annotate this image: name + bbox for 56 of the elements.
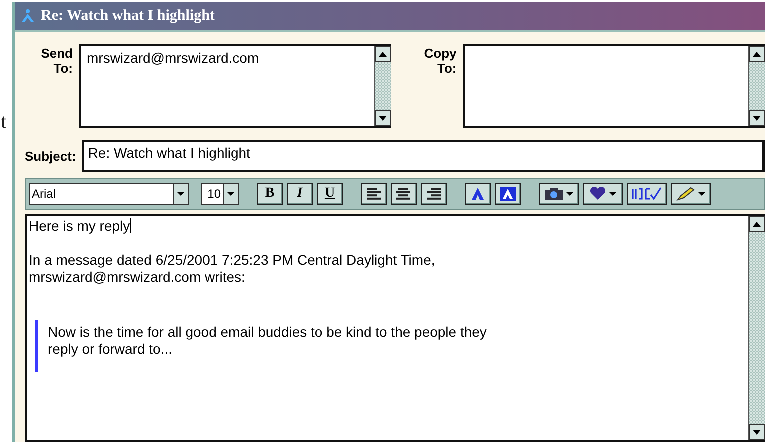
scroll-down-button[interactable] — [749, 110, 765, 126]
pen-icon — [676, 187, 696, 201]
up-arrow-icon — [753, 222, 761, 226]
copy-to-field[interactable] — [462, 44, 765, 128]
scroll-down-button[interactable] — [749, 424, 765, 440]
down-arrow-icon — [753, 116, 761, 120]
align-left-button[interactable] — [361, 183, 387, 205]
down-arrow-icon — [753, 430, 761, 434]
subject-label: Subject: — [25, 148, 76, 164]
send-to-field[interactable]: mrswizard@mrswizard.com — [79, 44, 391, 128]
scroll-up-button[interactable] — [749, 216, 765, 232]
heart-icon — [589, 187, 607, 201]
align-center-icon — [396, 187, 412, 201]
italic-button[interactable]: I — [287, 183, 313, 205]
send-to-label: Send To: — [40, 45, 73, 78]
camera-button[interactable] — [539, 183, 579, 205]
align-right-button[interactable] — [421, 183, 447, 205]
scroll-down-button[interactable] — [374, 110, 391, 126]
caret-icon — [609, 192, 617, 196]
subject-field[interactable]: Re: Watch what I highlight — [82, 140, 765, 172]
text-color-button[interactable] — [465, 183, 491, 205]
scroll-up-button[interactable] — [374, 46, 391, 62]
spellcheck-button[interactable] — [627, 183, 667, 205]
scroll-up-button[interactable] — [749, 46, 765, 62]
up-arrow-icon — [378, 52, 387, 56]
caret-icon — [698, 192, 706, 196]
background-text: t — [1, 112, 8, 132]
message-text: In a message dated 6/25/2001 7:25:23 PM Central Daylight Time, mrswizard@mrswizard.com writes: — [29, 252, 436, 285]
figure-icon — [21, 9, 35, 23]
up-arrow-icon — [753, 52, 761, 56]
window-title: Re: Watch what I highlight — [41, 8, 215, 24]
message-body-field[interactable] — [25, 214, 765, 442]
font-dropdown[interactable]: Arial — [29, 183, 189, 205]
underline-button[interactable]: U — [317, 183, 343, 205]
message-text: Here is my reply — [29, 218, 130, 234]
text-cursor — [130, 218, 132, 233]
spellcheck-icon — [632, 187, 662, 201]
scrollbar[interactable] — [748, 216, 765, 440]
background-color-icon — [500, 187, 516, 201]
scrollbar[interactable] — [374, 46, 391, 126]
heart-button[interactable] — [583, 183, 623, 205]
scrollbar[interactable] — [748, 46, 765, 126]
caret-icon — [227, 192, 235, 196]
font-size-dropdown[interactable]: 10 — [201, 183, 239, 205]
background-color-button[interactable] — [495, 183, 521, 205]
pen-button[interactable] — [671, 183, 711, 205]
camera-icon — [544, 187, 564, 201]
down-arrow-icon — [378, 116, 387, 120]
align-right-icon — [426, 187, 442, 201]
bold-button[interactable]: B — [257, 183, 283, 205]
caret-icon — [177, 192, 185, 196]
copy-to-label: Copy To: — [423, 45, 457, 78]
text-color-icon — [470, 187, 486, 201]
caret-icon — [566, 192, 574, 196]
align-center-button[interactable] — [391, 183, 417, 205]
align-left-icon — [366, 187, 382, 201]
